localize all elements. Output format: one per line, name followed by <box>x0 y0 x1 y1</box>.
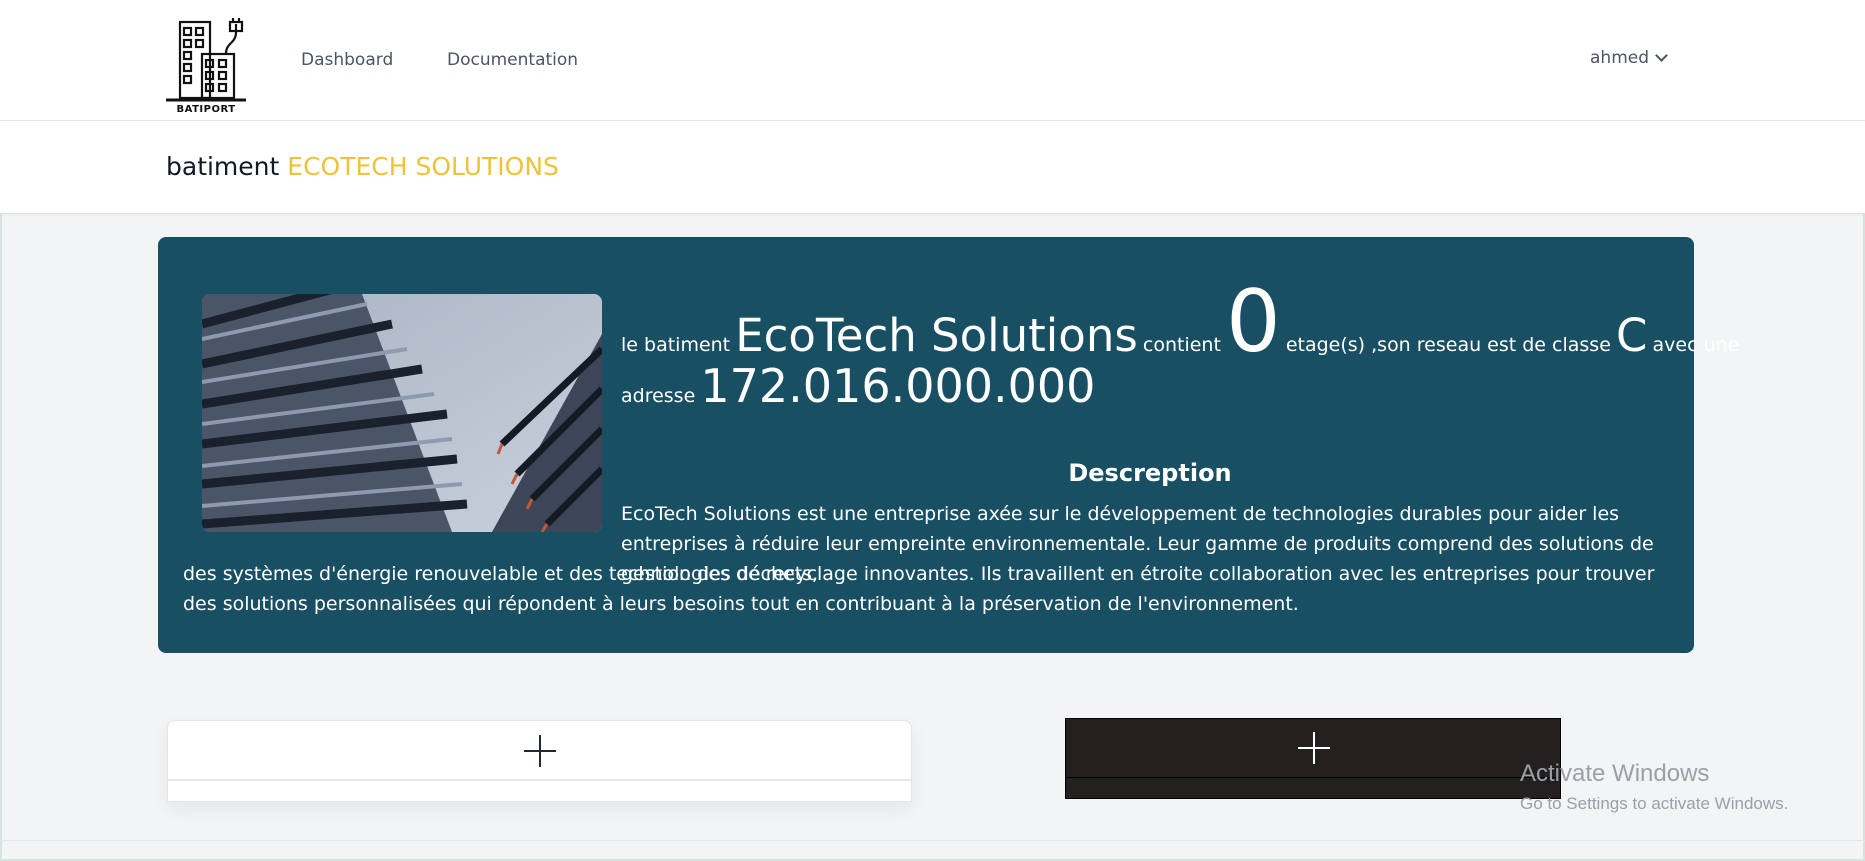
nav-link-documentation[interactable]: Documentation <box>447 50 578 70</box>
summary-text-contient: contient <box>1142 334 1221 356</box>
top-navbar: BATIPORT Dashboard Documentation ahmed <box>0 0 1865 121</box>
add-network-button[interactable] <box>1065 718 1561 799</box>
building-summary: le batiment EcoTech Solutions contient 0… <box>621 279 1739 365</box>
plus-icon <box>1298 732 1330 764</box>
user-menu[interactable]: ahmed <box>1590 48 1668 68</box>
page-title-prefix: batiment <box>166 152 280 181</box>
page-header: batiment ECOTECH SOLUTIONS <box>0 121 1865 214</box>
add-floor-button[interactable] <box>167 720 912 802</box>
floor-count: 0 <box>1226 272 1281 372</box>
footer-divider <box>0 840 1865 841</box>
page-title: batiment ECOTECH SOLUTIONS <box>166 152 559 181</box>
logo-text: BATIPORT <box>176 104 236 115</box>
building-logo-icon <box>166 18 246 102</box>
plus-icon <box>524 735 556 767</box>
activate-windows-title: Activate Windows <box>1520 760 1710 787</box>
summary-text-avec-une: avec une <box>1652 334 1740 356</box>
nav-link-dashboard[interactable]: Dashboard <box>301 50 393 70</box>
building-address-line: adresse 172.016.000.000 <box>621 359 1095 413</box>
user-name: ahmed <box>1590 48 1650 68</box>
summary-text-etages: etage(s) ,son reseau est de classe <box>1285 334 1611 356</box>
activate-windows-subtitle: Go to Settings to activate Windows. <box>1520 794 1789 813</box>
building-info-card: le batiment EcoTech Solutions contient 0… <box>158 237 1739 653</box>
network-address: 172.016.000.000 <box>700 359 1096 413</box>
building-name: EcoTech Solutions <box>735 309 1138 362</box>
network-class: C <box>1615 309 1648 362</box>
summary-text-adresse: adresse <box>621 385 696 407</box>
description-title: Descreption <box>1068 459 1232 487</box>
page-title-building-name: ECOTECH SOLUTIONS <box>287 152 559 181</box>
building-photo <box>202 294 602 532</box>
description-text-part2: des systèmes d'énergie renouvelable et d… <box>183 563 1655 615</box>
panel-divider <box>168 779 911 781</box>
batiport-logo[interactable]: BATIPORT <box>166 18 246 118</box>
chevron-down-icon <box>1655 49 1668 62</box>
summary-text-le-batiment: le batiment <box>621 334 731 356</box>
panel-divider <box>1066 777 1560 778</box>
